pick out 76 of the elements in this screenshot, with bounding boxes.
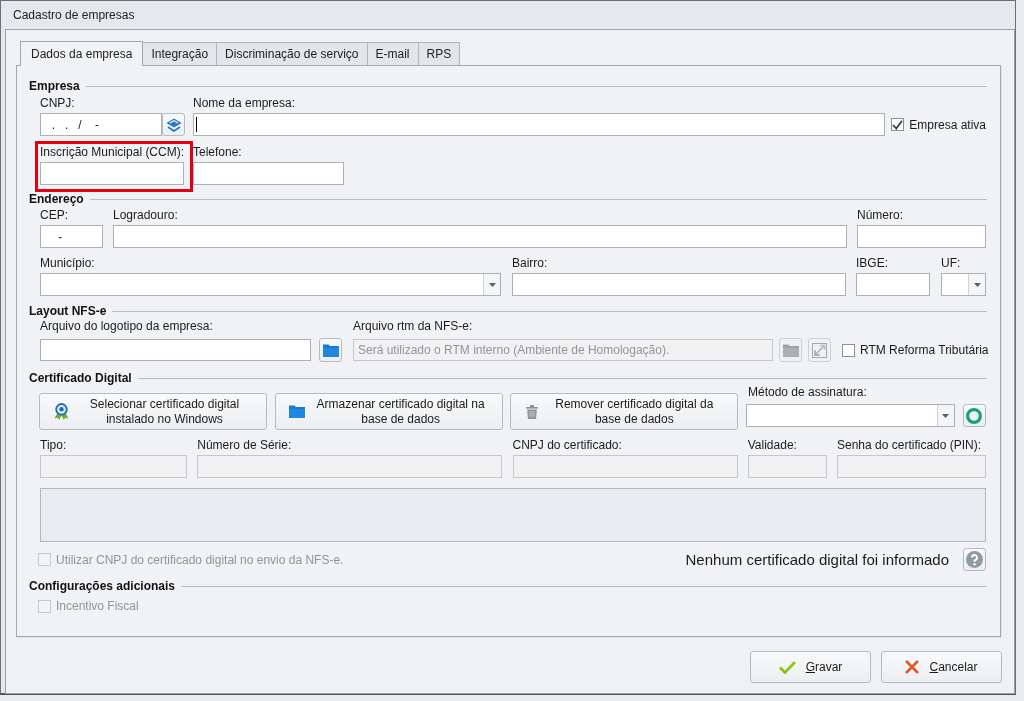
field-label: Validade: <box>747 438 798 453</box>
folder-icon <box>288 405 305 418</box>
tick-icon <box>892 119 904 130</box>
browse-button[interactable] <box>779 338 802 362</box>
field-label: Tipo: <box>40 438 68 453</box>
checkbox[interactable] <box>842 343 855 357</box>
number-field[interactable] <box>857 225 986 248</box>
field-label: Método de assinatura: <box>746 385 868 400</box>
section-title: Empresa <box>29 79 80 93</box>
cnpj-lookup-button[interactable] <box>162 113 185 136</box>
field-label: Nome da empresa: <box>193 96 297 111</box>
logo-file-field[interactable] <box>40 339 311 361</box>
section-title: Layout NFS-e <box>29 304 107 318</box>
section-title: Configurações adicionais <box>29 579 176 593</box>
tab[interactable]: Discriminação de serviço <box>216 42 368 65</box>
save-button[interactable]: Gravar <box>750 651 871 683</box>
street-field[interactable] <box>113 225 847 248</box>
store-certificate-button[interactable]: Armazenar certificado digital na base de dados <box>274 393 503 430</box>
field-label: Logradouro: <box>113 208 179 223</box>
field-label: CNPJ do certificado: <box>512 438 623 453</box>
signature-method-dropdown[interactable] <box>745 404 955 427</box>
help-button[interactable] <box>963 548 986 571</box>
folder-icon <box>322 343 339 357</box>
checkbox-label: Utilizar CNPJ do certificado digital no envio da NFS-e. <box>56 552 344 567</box>
cancel-button[interactable]: Cancelar <box>881 651 1002 683</box>
trash-icon <box>526 404 539 419</box>
ibge-code-field[interactable] <box>856 273 930 296</box>
field-label: CEP: <box>40 208 69 223</box>
phone-field[interactable] <box>193 162 344 185</box>
window-title: Cadastro de empresas <box>13 8 135 22</box>
field-label: Arquivo do logotipo da empresa: <box>40 319 214 334</box>
field-label: Município: <box>40 256 96 271</box>
field-label: CNPJ: <box>40 96 76 111</box>
field-label: Arquivo rtm da NFS-e: <box>353 319 474 334</box>
field-label: Senha do certificado (PIN): <box>837 438 983 453</box>
field-label: IBGE: <box>856 256 889 271</box>
remove-certificate-button[interactable]: Remover certificado digital da base de dados <box>510 393 739 430</box>
tab[interactable]: E-mail <box>366 42 419 65</box>
caret-icon <box>942 413 950 418</box>
field-label: UF: <box>941 256 962 271</box>
layers-icon <box>165 117 182 132</box>
check-icon <box>778 660 796 674</box>
select-certificate-button[interactable]: Selecionar certificado digital instalado no Windows <box>39 393 267 430</box>
layout-editor-button[interactable] <box>808 338 831 362</box>
municipal-registration-field[interactable] <box>40 162 184 185</box>
status-message: Nenhum certificado digital foi informado <box>685 551 949 568</box>
browse-button[interactable] <box>319 338 342 362</box>
checkbox-label: Empresa ativa <box>909 117 986 132</box>
tab[interactable]: Dados da empresa <box>20 41 144 66</box>
field-label: Número de Série: <box>197 438 293 453</box>
section-title: Certificado Digital <box>29 371 132 385</box>
checkbox-label: Incentivo Fiscal <box>56 599 139 613</box>
award-icon <box>53 403 69 420</box>
field-label: Bairro: <box>512 256 549 271</box>
ring-icon <box>966 407 983 424</box>
city-dropdown[interactable] <box>40 273 501 296</box>
checkbox[interactable] <box>891 118 905 131</box>
cross-icon <box>905 660 920 674</box>
section-title: Endereço <box>29 192 84 206</box>
tab[interactable]: RPS <box>417 42 461 65</box>
cnpj-field[interactable]: . . / - <box>40 113 162 136</box>
zip-code-field[interactable]: - <box>40 225 103 248</box>
folder-icon <box>782 343 799 357</box>
help-icon <box>966 551 983 568</box>
field-label: Número: <box>857 208 904 223</box>
company-name-field[interactable] <box>193 113 886 136</box>
district-field[interactable] <box>512 273 846 296</box>
tab[interactable]: Integração <box>142 42 218 65</box>
field-label: Inscrição Municipal (CCM): <box>40 145 184 160</box>
field-label: Telefone: <box>193 145 243 160</box>
caret-icon <box>488 282 496 287</box>
checkbox-label: RTM Reforma Tributária <box>860 343 989 357</box>
state-dropdown[interactable] <box>941 273 986 296</box>
caret-icon <box>973 282 981 287</box>
status-button[interactable] <box>962 404 986 427</box>
diagonal-arrow-icon <box>812 342 827 358</box>
